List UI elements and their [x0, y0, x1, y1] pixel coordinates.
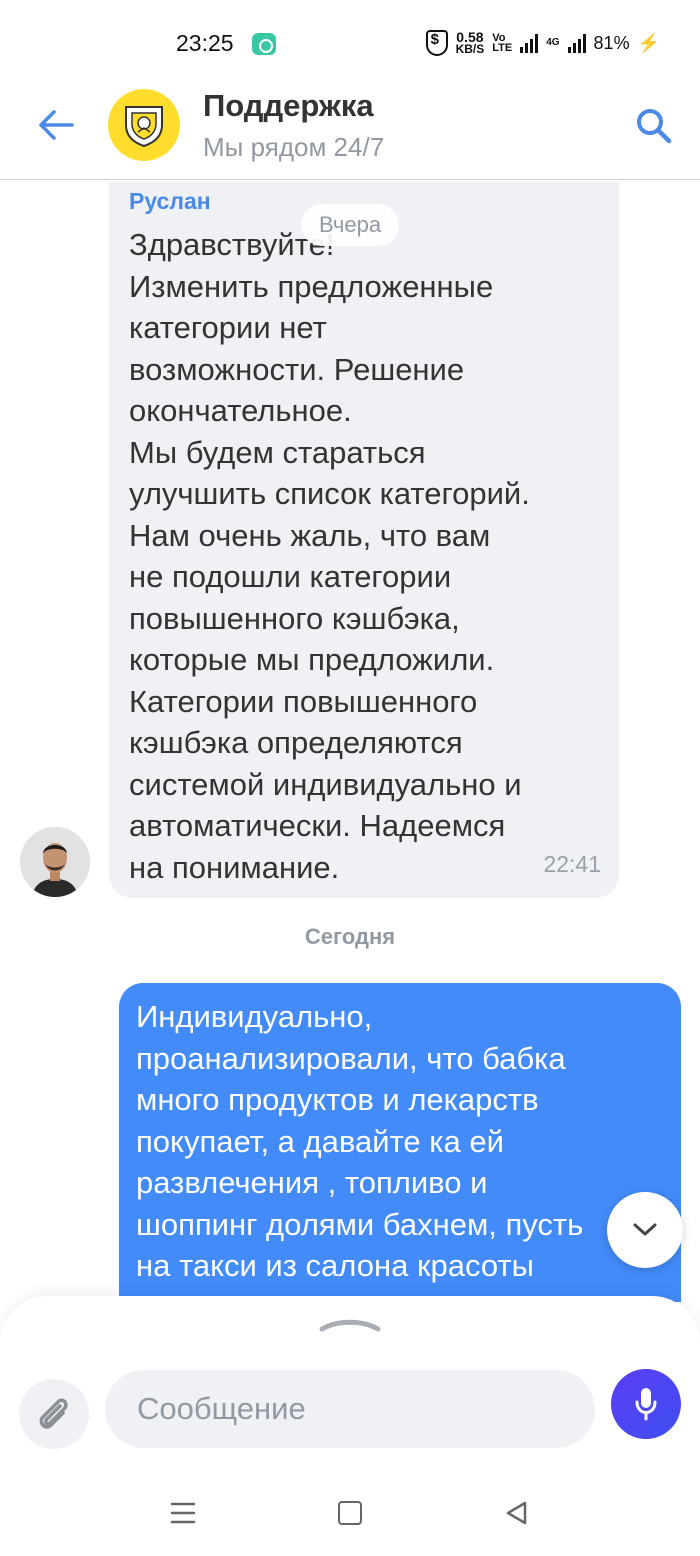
message-time: 22:41 [543, 851, 601, 877]
recent-apps-icon[interactable] [170, 1501, 196, 1525]
chat-messages[interactable]: Руслан Здравствуйте! Изменить предложенн… [0, 182, 700, 1302]
search-icon[interactable] [634, 106, 674, 146]
chat-title: Поддержка [203, 88, 374, 123]
outgoing-message[interactable]: Индивидуально, проанализировали, что баб… [119, 983, 681, 1302]
back-arrow-icon[interactable] [36, 108, 76, 142]
message-composer [0, 1296, 700, 1476]
status-indicators: 0.58 KB/S Vo LTE 4G 81% ⚡ [425, 30, 660, 56]
agent-avatar[interactable] [20, 827, 90, 897]
network-speed: 0.58 KB/S [455, 30, 485, 56]
chevron-down-icon [633, 1223, 657, 1236]
chat-header: Поддержка Мы рядом 24/7 [0, 88, 700, 180]
chevron-up-icon[interactable] [318, 1314, 382, 1334]
message-text: Индивидуально, проанализировали, что баб… [136, 999, 584, 1302]
message-input[interactable] [105, 1370, 595, 1448]
charging-icon: ⚡ [637, 32, 660, 53]
volte-bottom: LTE [492, 42, 513, 54]
signal-icon-2 [567, 33, 586, 53]
status-time: 23:25 [176, 30, 234, 56]
paperclip-icon [39, 1398, 68, 1429]
system-navigation-bar [0, 1476, 700, 1556]
battery-level: 81% [593, 32, 630, 53]
nav-back-icon[interactable] [504, 1500, 530, 1526]
network-speed-unit: KB/S [455, 42, 485, 56]
attach-button[interactable] [19, 1379, 89, 1449]
date-divider-today: Сегодня [304, 924, 396, 949]
date-divider-yesterday: Вчера [301, 204, 399, 246]
home-icon[interactable] [338, 1501, 362, 1525]
microphone-icon [635, 1388, 657, 1421]
voice-message-button[interactable] [611, 1369, 681, 1439]
bank-logo-avatar[interactable] [108, 89, 180, 161]
chat-subtitle: Мы рядом 24/7 [203, 132, 385, 162]
message-text: Здравствуйте! Изменить предложенные кате… [129, 227, 530, 885]
signal-icon [520, 33, 539, 53]
app-notification-icon [252, 33, 276, 55]
sender-name: Руслан [129, 188, 211, 214]
status-bar: 23:25 0.58 KB/S Vo LTE 4G 81% ⚡ [0, 0, 700, 88]
network-type: 4G [546, 37, 560, 48]
incoming-message[interactable]: Руслан Здравствуйте! Изменить предложенн… [109, 182, 619, 898]
volte-indicator: Vo LTE [492, 33, 513, 54]
scroll-to-bottom-button[interactable] [607, 1192, 683, 1268]
shield-icon [425, 30, 448, 56]
